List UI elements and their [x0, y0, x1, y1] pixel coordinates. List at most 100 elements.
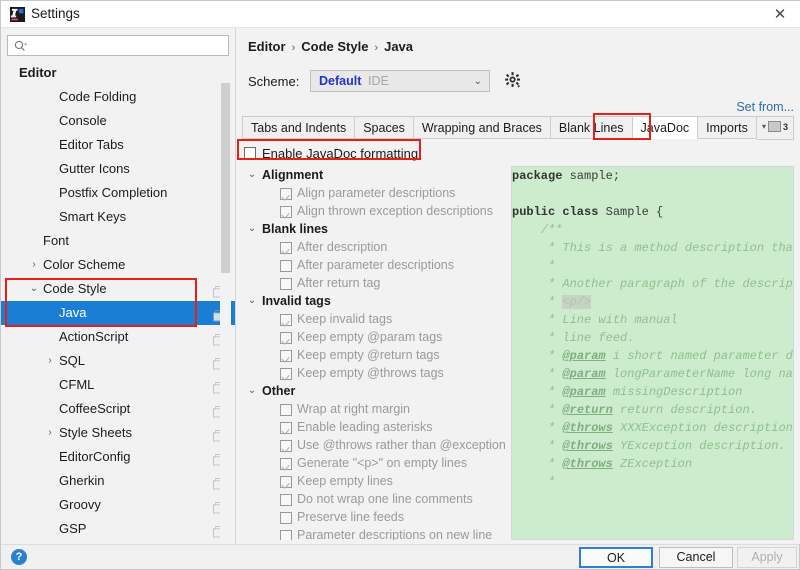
option-enable-leading-asterisks[interactable]: Enable leading asterisks [242, 418, 506, 436]
sidebar-item-style-sheets[interactable]: › Style Sheets [1, 421, 236, 445]
option-keep-invalid-tags[interactable]: Keep invalid tags [242, 310, 506, 328]
sidebar-item-color-scheme[interactable]: › Color Scheme [1, 253, 236, 277]
sidebar-item-editor[interactable]: Editor [1, 61, 236, 85]
search-input[interactable] [32, 38, 226, 56]
sidebar-item-groovy[interactable]: Groovy [1, 493, 236, 517]
sidebar-item-editor-tabs[interactable]: Editor Tabs [1, 133, 236, 157]
chevron-down-icon[interactable]: ⌄ [27, 277, 41, 301]
sidebar-item-code-folding[interactable]: Code Folding [1, 85, 236, 109]
option-group-other[interactable]: ⌄ Other [242, 382, 506, 400]
option-checkbox[interactable] [280, 458, 292, 470]
sidebar-item-gutter-icons[interactable]: Gutter Icons [1, 157, 236, 181]
tab-list-icon[interactable] [767, 121, 781, 132]
chevron-down-icon[interactable]: ⌄ [246, 292, 258, 310]
chevron-down-icon[interactable]: ⌄ [246, 220, 258, 238]
option-checkbox[interactable] [280, 206, 292, 218]
option-keep-empty-lines[interactable]: Keep empty lines [242, 472, 506, 490]
breadcrumb-item[interactable]: Code Style [301, 39, 368, 54]
sidebar-scrollbar-thumb[interactable] [221, 83, 230, 273]
chevron-right-icon[interactable]: › [27, 253, 41, 277]
breadcrumb-item[interactable]: Java [384, 39, 413, 54]
sidebar-item-actionscript[interactable]: ActionScript [1, 325, 236, 349]
option-checkbox[interactable] [280, 530, 292, 540]
option-group-alignment[interactable]: ⌄ Alignment [242, 166, 506, 184]
scheme-suffix: IDE [368, 74, 389, 88]
tab-overflow-control[interactable]: ▾ 3 [762, 121, 788, 132]
cancel-button[interactable]: Cancel [659, 547, 733, 568]
option-parameter-descriptions-on-new-line[interactable]: Parameter descriptions on new line [242, 526, 506, 540]
option-keep-empty-return-tags[interactable]: Keep empty @return tags [242, 346, 506, 364]
ok-button[interactable]: OK [579, 547, 653, 568]
set-from-link[interactable]: Set from... [736, 100, 794, 114]
settings-tree[interactable]: Editor Code Folding Console Editor Tabs Gutt… [1, 61, 236, 544]
option-group-invalid-tags[interactable]: ⌄ Invalid tags [242, 292, 506, 310]
chevron-down-icon[interactable]: ⌄ [246, 166, 258, 184]
option-after-parameter-descriptions[interactable]: After parameter descriptions [242, 256, 506, 274]
option-checkbox[interactable] [280, 512, 292, 524]
close-icon[interactable]: ✕ [759, 1, 800, 27]
chevron-right-icon[interactable]: › [43, 349, 57, 373]
option-align-parameter-descriptions[interactable]: Align parameter descriptions [242, 184, 506, 202]
enable-javadoc-formatting-checkbox[interactable] [244, 147, 256, 159]
chevron-right-icon[interactable]: › [43, 421, 57, 445]
enable-javadoc-formatting-row[interactable]: Enable JavaDoc formatting [244, 142, 418, 164]
tab-wrapping-and-braces[interactable]: Wrapping and Braces [413, 116, 551, 139]
option-align-thrown-exception-descriptions[interactable]: Align thrown exception descriptions [242, 202, 506, 220]
option-checkbox[interactable] [280, 494, 292, 506]
code-style-tabs[interactable]: Tabs and Indents Spaces Wrapping and Brace… [242, 116, 794, 140]
option-use-throws-rather-than-exception[interactable]: Use @throws rather than @exception [242, 436, 506, 454]
sidebar-item-coffeescript[interactable]: CoffeeScript [1, 397, 236, 421]
sidebar-item-editorconfig[interactable]: EditorConfig [1, 445, 236, 469]
sidebar-item-gherkin[interactable]: Gherkin [1, 469, 236, 493]
option-checkbox[interactable] [280, 404, 292, 416]
option-keep-empty-throws-tags[interactable]: Keep empty @throws tags [242, 364, 506, 382]
option-checkbox[interactable] [280, 278, 292, 290]
sidebar-item-postfix-completion[interactable]: Postfix Completion [1, 181, 236, 205]
sidebar-item-smart-keys[interactable]: Smart Keys [1, 205, 236, 229]
option-checkbox[interactable] [280, 242, 292, 254]
option-checkbox[interactable] [280, 422, 292, 434]
tab-javadoc[interactable]: JavaDoc [632, 116, 699, 139]
option-checkbox[interactable] [280, 350, 292, 362]
gear-icon[interactable] [504, 71, 523, 90]
sidebar-item-font[interactable]: Font [1, 229, 236, 253]
option-label: After return tag [297, 276, 381, 290]
tab-blank-lines[interactable]: Blank Lines [550, 116, 633, 139]
sidebar-item-console[interactable]: Console [1, 109, 236, 133]
breadcrumb-item[interactable]: Editor [248, 39, 286, 54]
sidebar-item-sql[interactable]: › SQL [1, 349, 236, 373]
code-span: @throws [562, 421, 613, 435]
option-do-not-wrap-one-line-comments[interactable]: Do not wrap one line comments [242, 490, 506, 508]
option-checkbox[interactable] [280, 440, 292, 452]
option-preserve-line-feeds[interactable]: Preserve line feeds [242, 508, 506, 526]
chevron-down-icon[interactable]: ▾ [762, 122, 766, 131]
tab-spaces[interactable]: Spaces [355, 116, 414, 139]
option-generate-p-on-empty-lines[interactable]: Generate "<p>" on empty lines [242, 454, 506, 472]
chevron-down-icon[interactable]: ⌄ [246, 382, 258, 400]
sidebar-item-gsp[interactable]: GSP [1, 517, 236, 541]
option-wrap-at-right-margin[interactable]: Wrap at right margin [242, 400, 506, 418]
code-span: * [512, 403, 563, 417]
help-icon[interactable]: ? [11, 549, 27, 565]
sidebar-item-java[interactable]: Java [1, 301, 236, 325]
sidebar-item-code-style[interactable]: ⌄ Code Style [1, 277, 236, 301]
scheme-dropdown[interactable]: Default IDE ⌄ [310, 70, 490, 92]
option-checkbox[interactable] [280, 314, 292, 326]
option-after-description[interactable]: After description [242, 238, 506, 256]
option-group-blank-lines[interactable]: ⌄ Blank lines [242, 220, 506, 238]
option-checkbox[interactable] [280, 476, 292, 488]
search-box[interactable] [7, 35, 229, 56]
option-after-return-tag[interactable]: After return tag [242, 274, 506, 292]
option-checkbox[interactable] [280, 260, 292, 272]
code-span: return description. [612, 403, 757, 417]
javadoc-options-list[interactable]: ⌄ Alignment Align parameter descriptions Al… [242, 166, 506, 540]
option-checkbox[interactable] [280, 188, 292, 200]
tab-imports[interactable]: Imports [698, 116, 757, 139]
option-keep-empty-param-tags[interactable]: Keep empty @param tags [242, 328, 506, 346]
option-checkbox[interactable] [280, 368, 292, 380]
tab-tabs-and-indents[interactable]: Tabs and Indents [242, 116, 356, 139]
code-line: * @param i short named parameter des [512, 347, 793, 365]
sidebar-item-cfml[interactable]: CFML [1, 373, 236, 397]
option-checkbox[interactable] [280, 332, 292, 344]
apply-button[interactable]: Apply [737, 547, 797, 568]
